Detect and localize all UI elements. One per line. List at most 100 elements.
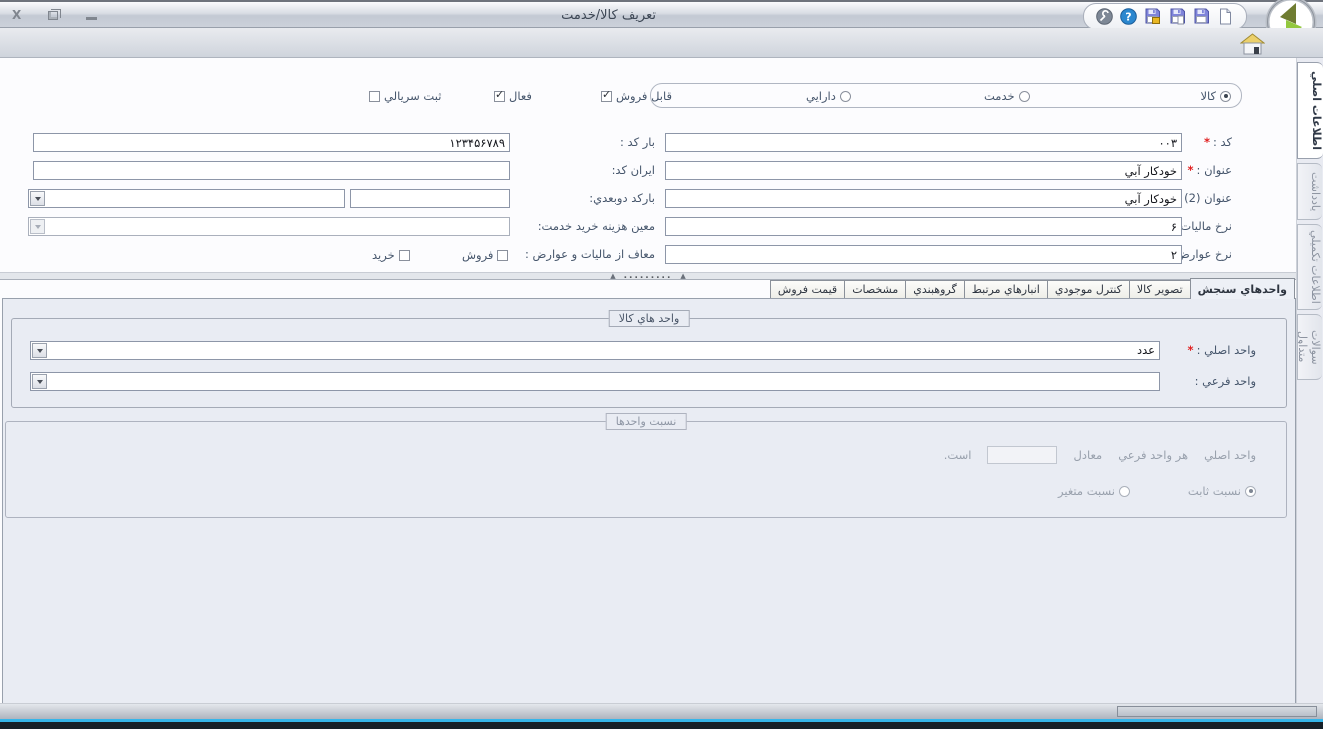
radio-label: نسبت ثابت <box>1188 484 1241 498</box>
radio-label: دارايي <box>806 89 836 103</box>
radio-item-type-goods[interactable]: كالا <box>1200 89 1231 103</box>
iran-code-input[interactable] <box>33 161 510 180</box>
tab-stock-control[interactable]: كنترل موجودي <box>1047 280 1130 298</box>
checkbox-label: خريد <box>372 248 395 262</box>
restore-icon[interactable] <box>48 11 58 20</box>
chevron-down-icon[interactable] <box>30 219 45 234</box>
tab-item-image[interactable]: تصوير كالا <box>1129 280 1191 298</box>
checkbox-exempt-sell[interactable]: فروش ✓ <box>462 248 508 262</box>
tax-rate-label: نرخ ماليات: <box>1177 219 1232 233</box>
service-cost-account-combobox[interactable] <box>28 217 510 236</box>
radio-variable-ratio[interactable]: نسبت متغير <box>1058 484 1130 498</box>
window-title: تعريف كالا/خدمت <box>561 8 656 23</box>
title-input[interactable] <box>665 161 1182 180</box>
unit-ratio-group: نسبت واحدها واحد اصلي هر واحد فرعي معادل… <box>5 421 1287 518</box>
footer-strip <box>0 722 1323 729</box>
radio-circle <box>1245 486 1256 497</box>
radio-item-type-service[interactable]: خدمت <box>984 89 1030 103</box>
ratio-is-text: است. <box>944 448 972 462</box>
tax-rate-input[interactable] <box>665 217 1182 236</box>
shortcut-bar <box>0 28 1323 58</box>
radio-label: خدمت <box>984 89 1015 103</box>
help-icon[interactable]: ? <box>1119 8 1137 26</box>
checkbox-box: ✓ <box>497 250 508 261</box>
ratio-mode-radios: نسبت ثابت نسبت متغير <box>1058 484 1256 498</box>
checkbox-label: ثبت سريالي <box>384 89 441 103</box>
ratio-each-sub-text: هر واحد فرعي <box>1118 448 1188 462</box>
ratio-sentence: واحد اصلي هر واحد فرعي معادل است. <box>944 446 1256 464</box>
collapse-up-icon: ▲ <box>680 273 685 279</box>
radio-circle <box>1220 91 1231 102</box>
minimize-icon[interactable] <box>86 17 97 20</box>
main-panel: اطلاعات اصلي يادداشت اطلاعات تكميلي سوال… <box>0 58 1323 703</box>
tab-sale-price[interactable]: قيمت فروش <box>770 280 845 298</box>
radio-label: نسبت متغير <box>1058 484 1115 498</box>
save-new-icon[interactable] <box>1168 8 1186 26</box>
checkbox-serial-registration[interactable]: ✓ ثبت سريالي <box>369 89 441 103</box>
checkbox-label: فروش <box>462 248 493 262</box>
collapse-up-icon: ▲ <box>610 273 615 279</box>
save-lock-icon[interactable] <box>1144 8 1162 26</box>
save-icon[interactable] <box>1193 8 1211 26</box>
chevron-down-icon[interactable] <box>32 343 47 358</box>
title2-input[interactable] <box>665 189 1182 208</box>
measurement-units-panel: واحد هاي كالا واحد اصلي :* عدد واحد فرعي… <box>2 298 1296 703</box>
side-tab-basic-info[interactable]: اطلاعات اصلي <box>1297 62 1323 159</box>
title-label: عنوان :* <box>1188 163 1232 177</box>
detail-tabs: واحدهاي سنجش تصوير كالا كنترل موجودي انب… <box>771 279 1295 298</box>
iran-code-label: ايران كد: <box>612 163 655 177</box>
side-tab-additional-info[interactable]: اطلاعات تكميلي <box>1297 224 1322 310</box>
checkbox-box: ✓ <box>399 250 410 261</box>
quick-toolbar: ? <box>1083 3 1247 30</box>
barcode-2d-combobox[interactable] <box>28 189 345 208</box>
barcode-label: بار كد : <box>620 135 655 149</box>
tab-grouping[interactable]: گروهبندي <box>905 280 964 298</box>
barcode-input[interactable] <box>33 133 510 152</box>
splitter-grip: ......... <box>624 274 673 279</box>
checkbox-active[interactable]: ✓ فعال <box>494 89 532 103</box>
side-tab-note[interactable]: يادداشت <box>1297 163 1322 220</box>
home-icon[interactable] <box>1240 33 1265 56</box>
sub-unit-combobox[interactable] <box>30 372 1160 391</box>
scrollbar-thumb[interactable] <box>1117 706 1317 717</box>
radio-label: كالا <box>1200 89 1216 103</box>
sub-unit-label: واحد فرعي : <box>1195 374 1256 388</box>
code-input[interactable] <box>665 133 1182 152</box>
wrench-icon[interactable] <box>1095 8 1113 26</box>
service-cost-account-label: معين هزينه خريد خدمت: <box>538 219 655 233</box>
tab-measurement-units[interactable]: واحدهاي سنجش <box>1190 278 1295 299</box>
radio-circle <box>840 91 851 102</box>
side-tab-faq[interactable]: سوالات متداول <box>1297 314 1322 380</box>
main-unit-combobox[interactable]: عدد <box>30 341 1160 360</box>
duty-rate-input[interactable] <box>665 245 1182 264</box>
product-definition-window: X تعريف كالا/خدمت ? <box>0 0 1323 729</box>
radio-circle <box>1019 91 1030 102</box>
radio-circle <box>1119 486 1130 497</box>
barcode-2d-label: باركد دوبعدي: <box>589 191 655 205</box>
ratio-value-input[interactable] <box>987 446 1057 464</box>
tab-related-warehouses[interactable]: انبارهاي مرتبط <box>964 280 1048 298</box>
main-unit-label: واحد اصلي :* <box>1188 343 1256 357</box>
unit-ratio-group-title: نسبت واحدها <box>606 413 687 430</box>
ratio-equals-text: معادل <box>1073 448 1102 462</box>
chevron-down-icon[interactable] <box>30 191 45 206</box>
checkbox-exempt-buy[interactable]: خريد ✓ <box>372 248 410 262</box>
checkbox-label: فعال <box>509 89 532 103</box>
tab-specifications[interactable]: مشخصات <box>844 280 906 298</box>
checkbox-box: ✓ <box>369 91 380 102</box>
radio-fixed-ratio[interactable]: نسبت ثابت <box>1188 484 1256 498</box>
checkbox-box: ✓ <box>601 91 612 102</box>
checkbox-sellable[interactable]: ✓ قابل فروش <box>601 89 672 103</box>
radio-item-type-asset[interactable]: دارايي <box>806 89 851 103</box>
code-label: كد :* <box>1204 135 1232 149</box>
status-bar <box>0 703 1323 719</box>
units-group-title: واحد هاي كالا <box>609 310 690 327</box>
item-type-group: كالا خدمت دارايي <box>650 83 1242 108</box>
close-icon[interactable]: X <box>12 8 21 22</box>
chevron-down-icon[interactable] <box>32 374 47 389</box>
checkbox-label: قابل فروش <box>616 89 672 103</box>
barcode-2d-input[interactable] <box>350 189 510 208</box>
checkbox-box: ✓ <box>494 91 505 102</box>
svg-text:?: ? <box>1125 11 1131 24</box>
new-document-icon[interactable] <box>1217 8 1235 26</box>
